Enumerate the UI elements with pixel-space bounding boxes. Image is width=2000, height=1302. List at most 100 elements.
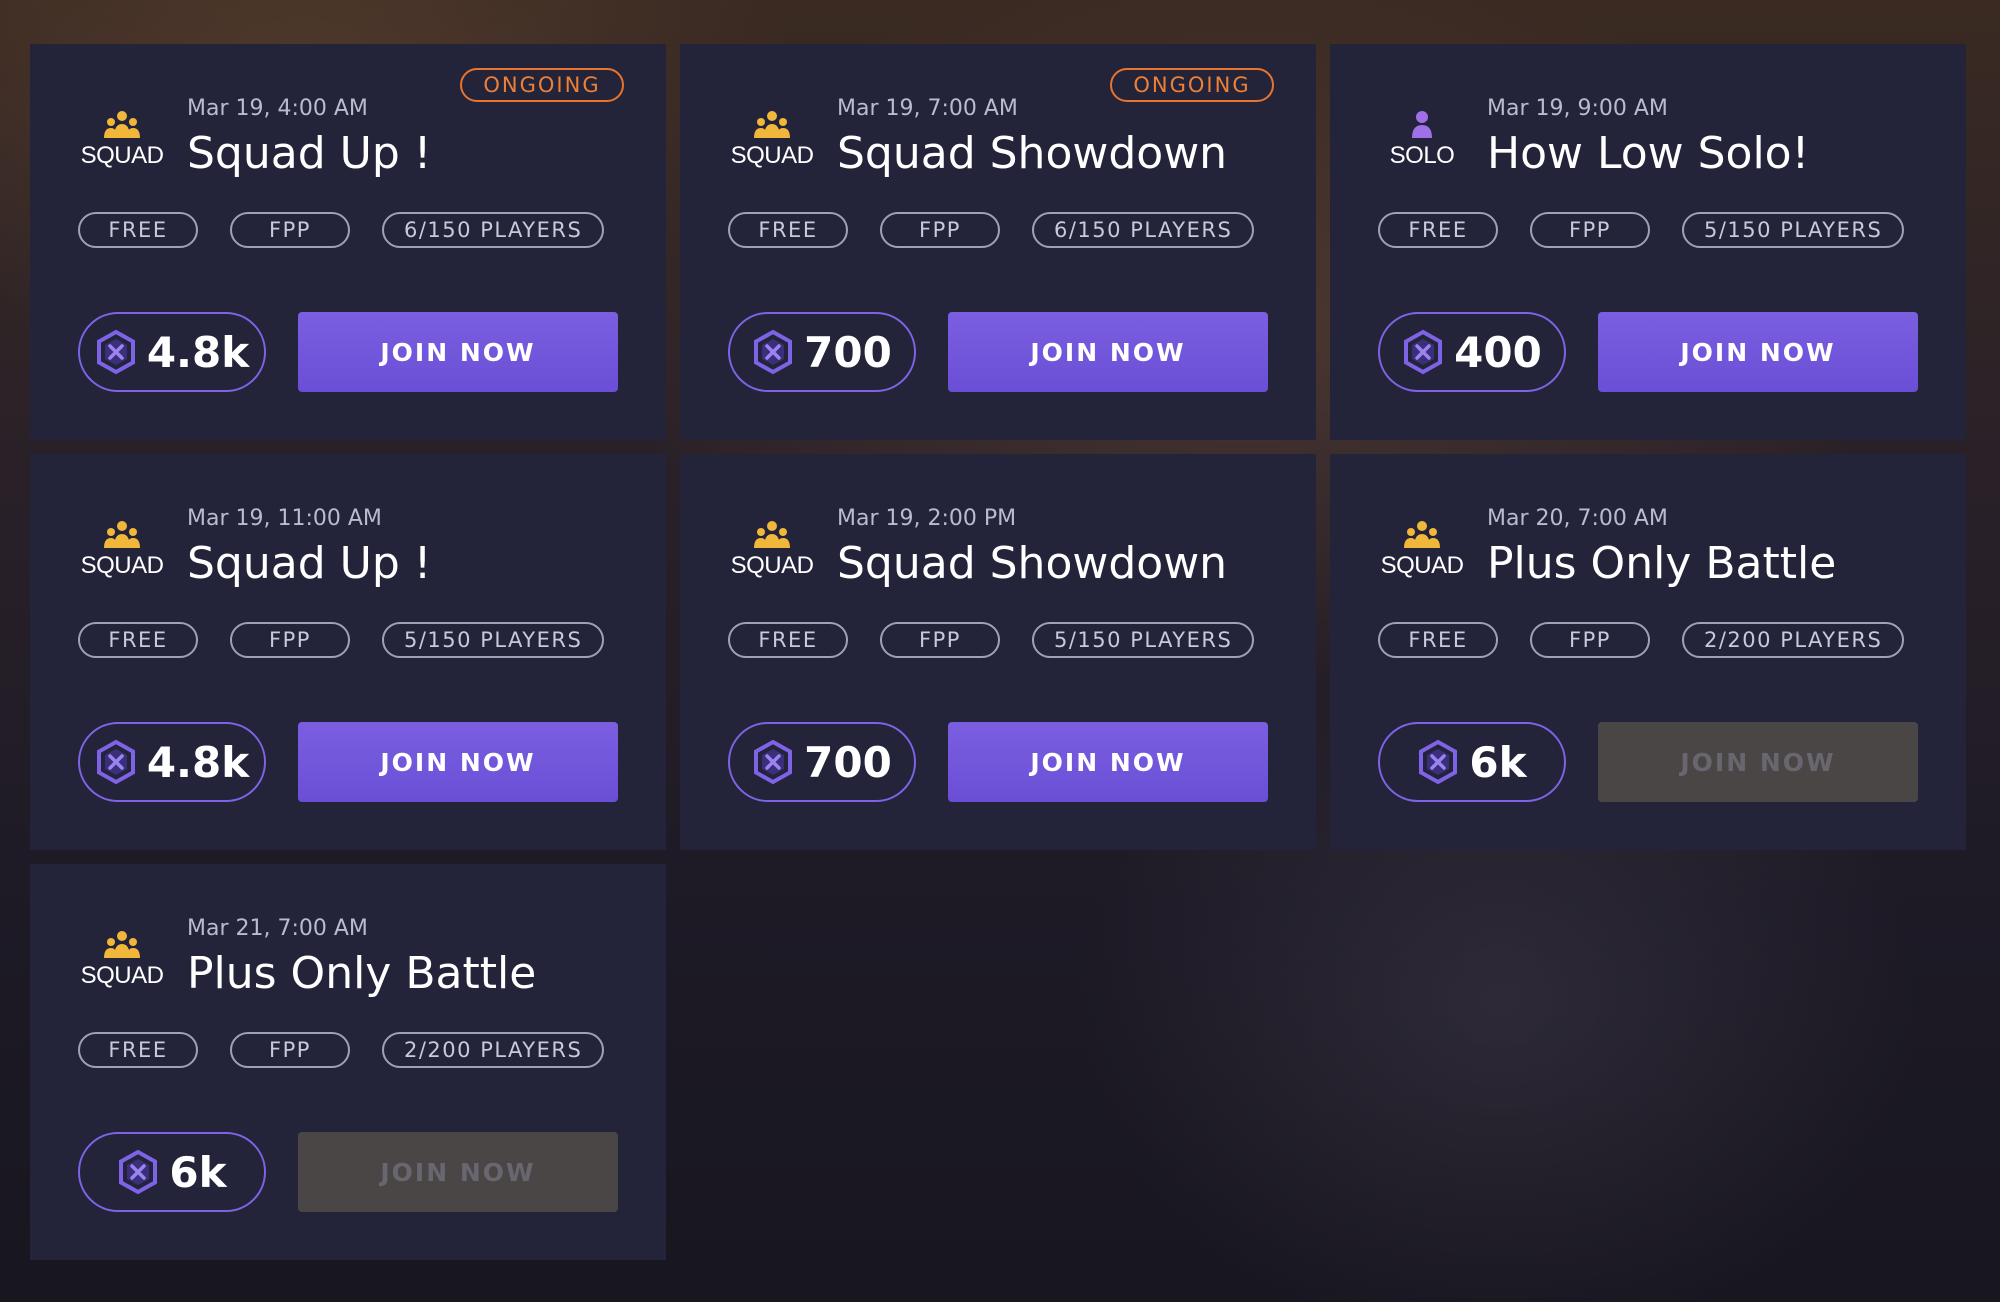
tournament-title: Squad Up !	[187, 538, 432, 589]
mode-label: SQUAD	[80, 142, 164, 169]
tag-list: FREE FPP 2/200 PLAYERS	[78, 1032, 636, 1068]
tag-players: 6/150 PLAYERS	[382, 212, 605, 248]
tag-players: 2/200 PLAYERS	[1682, 622, 1905, 658]
tournament-card[interactable]: SQUAD Mar 19, 2:00 PM Squad Showdown FRE…	[680, 454, 1316, 850]
join-now-button-disabled: JOIN NOW	[1598, 722, 1918, 802]
mode-indicator: SQUAD	[730, 520, 814, 580]
squad-icon	[754, 521, 790, 548]
tournament-card[interactable]: ONGOING SQUAD Mar 19, 4:00 AM Squad Up !…	[30, 44, 666, 440]
tag-fpp: FPP	[230, 212, 350, 248]
tournament-datetime: Mar 19, 2:00 PM	[837, 506, 1017, 531]
tag-list: FREE FPP 5/150 PLAYERS	[728, 622, 1286, 658]
coin-icon	[96, 739, 135, 785]
tournament-datetime: Mar 19, 11:00 AM	[187, 506, 382, 531]
tag-free: FREE	[728, 622, 848, 658]
tag-list: FREE FPP 5/150 PLAYERS	[78, 622, 636, 658]
tag-free: FREE	[1378, 212, 1498, 248]
tournament-datetime: Mar 19, 7:00 AM	[837, 96, 1018, 121]
tag-players: 5/150 PLAYERS	[1032, 622, 1255, 658]
mode-label: SQUAD	[80, 962, 164, 989]
prize-value: 6k	[169, 1147, 227, 1197]
tournament-title: Plus Only Battle	[1487, 538, 1837, 589]
tag-free: FREE	[78, 622, 198, 658]
prize-value: 4.8k	[146, 327, 250, 377]
tag-fpp: FPP	[230, 622, 350, 658]
join-now-button-disabled: JOIN NOW	[298, 1132, 618, 1212]
coin-icon	[754, 329, 793, 375]
mode-indicator: SQUAD	[1380, 520, 1464, 580]
prize-value: 700	[804, 327, 892, 377]
join-now-button[interactable]: JOIN NOW	[948, 722, 1268, 802]
tournament-datetime: Mar 19, 4:00 AM	[187, 96, 368, 121]
squad-icon	[104, 111, 140, 138]
tag-free: FREE	[1378, 622, 1498, 658]
tournament-title: Plus Only Battle	[187, 948, 537, 999]
tournament-datetime: Mar 19, 9:00 AM	[1487, 96, 1668, 121]
ongoing-badge: ONGOING	[460, 68, 624, 102]
mode-indicator: SQUAD	[80, 520, 164, 580]
mode-label: SOLO	[1389, 142, 1455, 169]
prize-value: 6k	[1469, 737, 1527, 787]
squad-icon	[1404, 521, 1440, 548]
join-now-button[interactable]: JOIN NOW	[948, 312, 1268, 392]
mode-label: SQUAD	[730, 552, 814, 579]
prize-pill: 700	[728, 312, 916, 392]
coin-icon	[96, 329, 135, 375]
mode-label: SQUAD	[730, 142, 814, 169]
tournament-title: Squad Showdown	[837, 538, 1228, 589]
tag-list: FREE FPP 2/200 PLAYERS	[1378, 622, 1936, 658]
prize-pill: 4.8k	[78, 312, 266, 392]
prize-pill: 4.8k	[78, 722, 266, 802]
join-now-button[interactable]: JOIN NOW	[1598, 312, 1918, 392]
tag-fpp: FPP	[880, 212, 1000, 248]
tournament-title: How Low Solo!	[1487, 128, 1810, 179]
tag-fpp: FPP	[880, 622, 1000, 658]
solo-icon	[1412, 111, 1432, 138]
mode-indicator: SQUAD	[730, 110, 814, 170]
tag-players: 5/150 PLAYERS	[382, 622, 605, 658]
mode-label: SQUAD	[80, 552, 164, 579]
ongoing-badge: ONGOING	[1110, 68, 1274, 102]
coin-icon	[754, 739, 793, 785]
tournament-card[interactable]: SQUAD Mar 21, 7:00 AM Plus Only Battle F…	[30, 864, 666, 1260]
tournament-card[interactable]: SQUAD Mar 19, 11:00 AM Squad Up ! FREE F…	[30, 454, 666, 850]
squad-icon	[754, 111, 790, 138]
tag-list: FREE FPP 6/150 PLAYERS	[728, 212, 1286, 248]
coin-icon	[1404, 329, 1443, 375]
join-now-button[interactable]: JOIN NOW	[298, 312, 618, 392]
tournament-card[interactable]: SOLO Mar 19, 9:00 AM How Low Solo! FREE …	[1330, 44, 1966, 440]
squad-icon	[104, 931, 140, 958]
mode-indicator: SOLO	[1382, 110, 1462, 170]
tag-fpp: FPP	[230, 1032, 350, 1068]
tag-players: 5/150 PLAYERS	[1682, 212, 1905, 248]
tag-players: 6/150 PLAYERS	[1032, 212, 1255, 248]
prize-pill: 700	[728, 722, 916, 802]
tag-list: FREE FPP 5/150 PLAYERS	[1378, 212, 1936, 248]
prize-value: 4.8k	[146, 737, 250, 787]
tag-free: FREE	[728, 212, 848, 248]
squad-icon	[104, 521, 140, 548]
tag-list: FREE FPP 6/150 PLAYERS	[78, 212, 636, 248]
mode-indicator: SQUAD	[80, 930, 164, 990]
tag-free: FREE	[78, 212, 198, 248]
mode-label: SQUAD	[1380, 552, 1464, 579]
prize-pill: 6k	[78, 1132, 266, 1212]
tournament-title: Squad Showdown	[837, 128, 1228, 179]
coin-icon	[119, 1149, 158, 1195]
tag-fpp: FPP	[1530, 622, 1650, 658]
prize-pill: 6k	[1378, 722, 1566, 802]
tournament-card[interactable]: ONGOING SQUAD Mar 19, 7:00 AM Squad Show…	[680, 44, 1316, 440]
tournament-card[interactable]: SQUAD Mar 20, 7:00 AM Plus Only Battle F…	[1330, 454, 1966, 850]
prize-value: 700	[804, 737, 892, 787]
tag-fpp: FPP	[1530, 212, 1650, 248]
tournament-datetime: Mar 20, 7:00 AM	[1487, 506, 1668, 531]
tournament-title: Squad Up !	[187, 128, 432, 179]
join-now-button[interactable]: JOIN NOW	[298, 722, 618, 802]
tag-free: FREE	[78, 1032, 198, 1068]
coin-icon	[1419, 739, 1458, 785]
tournament-grid: ONGOING SQUAD Mar 19, 4:00 AM Squad Up !…	[30, 44, 1966, 1260]
mode-indicator: SQUAD	[80, 110, 164, 170]
prize-value: 400	[1454, 327, 1542, 377]
tournament-datetime: Mar 21, 7:00 AM	[187, 916, 368, 941]
tag-players: 2/200 PLAYERS	[382, 1032, 605, 1068]
